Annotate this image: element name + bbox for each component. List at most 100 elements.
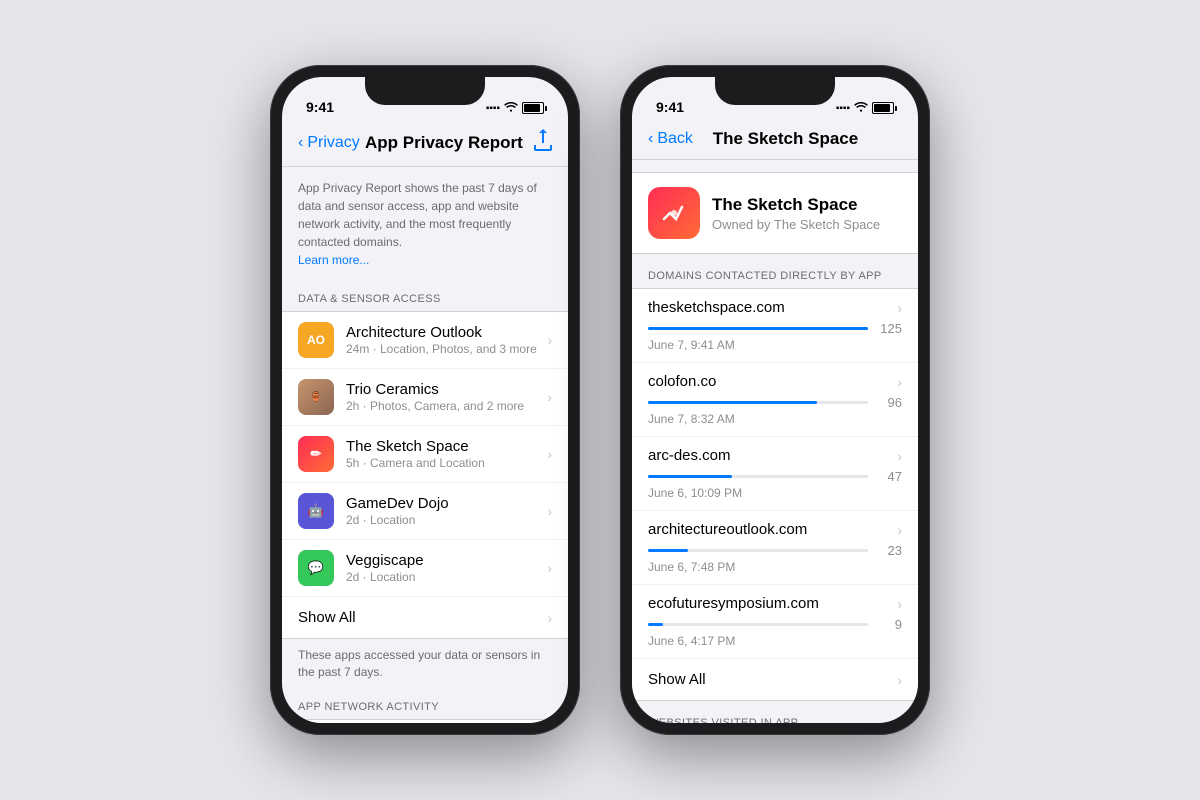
domain-date: June 7, 8:32 AM xyxy=(648,412,902,426)
domain-name: ecofuturesymposium.com xyxy=(648,595,819,612)
domain-bar-row: 125 xyxy=(648,321,902,336)
app-name-veggi: Veggiscape xyxy=(346,552,539,569)
domain-item[interactable]: architectureoutlook.com › 23 June 6, 7:4… xyxy=(632,511,918,585)
domain-name: colofon.co xyxy=(648,373,716,390)
domain-bar-fill xyxy=(648,401,817,404)
chevron-icon: › xyxy=(547,610,552,626)
app-info-ao: Architecture Outlook 24m · Location, Pho… xyxy=(346,324,539,356)
app-name-ao: Architecture Outlook xyxy=(346,324,539,341)
notch-2 xyxy=(715,77,835,105)
app-detail-gamedev: 2d · Location xyxy=(346,513,539,527)
content-2: The Sketch Space Owned by The Sketch Spa… xyxy=(632,160,918,723)
status-icons-1: ▪▪▪▪ xyxy=(486,101,544,115)
list-item[interactable]: ✏ The Sketch Space 5h · Camera and Locat… xyxy=(282,426,568,483)
list-item[interactable]: 🤖 GameDev Dojo 2d · Location › xyxy=(282,483,568,540)
domain-item[interactable]: thesketchspace.com › 125 June 7, 9:41 AM xyxy=(632,289,918,363)
back-button-2[interactable]: ‹ Back xyxy=(648,130,693,148)
show-all-domains-button[interactable]: Show All › xyxy=(632,659,918,700)
chevron-icon: › xyxy=(897,672,902,688)
app-icon-ao: AO xyxy=(298,322,334,358)
nav-bar-2: ‹ Back The Sketch Space xyxy=(632,121,918,160)
domain-count: 47 xyxy=(874,469,902,484)
section-websites-header: WEBSITES VISITED IN APP xyxy=(632,701,918,723)
list-item[interactable]: AO Architecture Outlook 24m · Location, … xyxy=(282,312,568,369)
domain-count: 125 xyxy=(874,321,902,336)
chevron-icon: › xyxy=(897,522,902,538)
domain-bar-fill xyxy=(648,327,868,330)
domain-bar-fill xyxy=(648,549,688,552)
list-item[interactable]: 🏺 Trio Ceramics 2h · Photos, Camera, and… xyxy=(282,369,568,426)
chevron-icon: › xyxy=(897,596,902,612)
footer-note-1: These apps accessed your data or sensors… xyxy=(282,639,568,685)
app-icon-trio: 🏺 xyxy=(298,379,334,415)
show-all-sensors-button[interactable]: Show All › xyxy=(282,597,568,638)
domain-header-row: architectureoutlook.com › xyxy=(648,521,902,538)
list-item[interactable]: NDM New District Museum 46 › xyxy=(282,720,568,723)
domain-bar-track xyxy=(648,327,868,330)
nav-title-1: App Privacy Report xyxy=(360,133,528,153)
chevron-left-icon-1: ‹ xyxy=(298,134,303,152)
domain-bar-track xyxy=(648,475,868,478)
app-header-info: The Sketch Space Owned by The Sketch Spa… xyxy=(712,195,880,232)
back-button-1[interactable]: ‹ Privacy xyxy=(298,134,360,152)
app-header-owner: Owned by The Sketch Space xyxy=(712,217,880,232)
app-info-veggi: Veggiscape 2d · Location xyxy=(346,552,539,584)
domain-header-row: arc-des.com › xyxy=(648,447,902,464)
show-all-domains-label: Show All xyxy=(648,671,889,688)
domain-name: architectureoutlook.com xyxy=(648,521,807,538)
phones-container: 9:41 ▪▪▪▪ ‹ Privacy A xyxy=(270,65,930,735)
app-header-icon xyxy=(648,187,700,239)
phone-1: 9:41 ▪▪▪▪ ‹ Privacy A xyxy=(270,65,580,735)
domain-item[interactable]: ecofuturesymposium.com › 9 June 6, 4:17 … xyxy=(632,585,918,659)
domain-date: June 6, 4:17 PM xyxy=(648,634,902,648)
domain-name: thesketchspace.com xyxy=(648,299,785,316)
phone-1-screen: 9:41 ▪▪▪▪ ‹ Privacy A xyxy=(282,77,568,723)
chevron-icon: › xyxy=(547,389,552,405)
domain-item[interactable]: arc-des.com › 47 June 6, 10:09 PM xyxy=(632,437,918,511)
phone-2: 9:41 ▪▪▪▪ ‹ Back The xyxy=(620,65,930,735)
chevron-icon: › xyxy=(897,300,902,316)
signal-icon-2: ▪▪▪▪ xyxy=(836,103,850,114)
domain-bar-fill xyxy=(648,623,663,626)
app-icon-veggi: 💬 xyxy=(298,550,334,586)
app-detail-sketch: 5h · Camera and Location xyxy=(346,456,539,470)
chevron-icon: › xyxy=(897,374,902,390)
signal-icon-1: ▪▪▪▪ xyxy=(486,103,500,114)
learn-more-link[interactable]: Learn more... xyxy=(298,253,369,267)
domain-item[interactable]: colofon.co › 96 June 7, 8:32 AM xyxy=(632,363,918,437)
app-detail-trio: 2h · Photos, Camera, and 2 more xyxy=(346,399,539,413)
app-name-trio: Trio Ceramics xyxy=(346,381,539,398)
domain-header-row: colofon.co › xyxy=(648,373,902,390)
domain-count: 96 xyxy=(874,395,902,410)
content-1: App Privacy Report shows the past 7 days… xyxy=(282,167,568,723)
network-apps-list: NDM New District Museum 46 › xyxy=(282,719,568,723)
app-detail-veggi: 2d · Location xyxy=(346,570,539,584)
battery-icon-1 xyxy=(522,102,544,114)
domain-count: 23 xyxy=(874,543,902,558)
apps-access-list: AO Architecture Outlook 24m · Location, … xyxy=(282,311,568,639)
chevron-icon: › xyxy=(547,332,552,348)
app-name-gamedev: GameDev Dojo xyxy=(346,495,539,512)
app-header-card: The Sketch Space Owned by The Sketch Spa… xyxy=(632,172,918,254)
chevron-icon: › xyxy=(547,503,552,519)
description-text-1: App Privacy Report shows the past 7 days… xyxy=(298,181,537,249)
chevron-icon: › xyxy=(897,448,902,464)
nav-bar-1: ‹ Privacy App Privacy Report xyxy=(282,121,568,167)
app-detail-ao: 24m · Location, Photos, and 3 more xyxy=(346,342,539,356)
app-info-sketch: The Sketch Space 5h · Camera and Locatio… xyxy=(346,438,539,470)
description-block-1: App Privacy Report shows the past 7 days… xyxy=(282,167,568,277)
wifi-icon-2 xyxy=(854,101,868,115)
chevron-left-icon-2: ‹ xyxy=(648,130,653,148)
list-item[interactable]: 💬 Veggiscape 2d · Location › xyxy=(282,540,568,597)
show-all-sensors-label: Show All xyxy=(298,609,539,626)
status-icons-2: ▪▪▪▪ xyxy=(836,101,894,115)
domain-date: June 7, 9:41 AM xyxy=(648,338,902,352)
domain-date: June 6, 10:09 PM xyxy=(648,486,902,500)
scroll-area-1[interactable]: App Privacy Report shows the past 7 days… xyxy=(282,167,568,723)
status-time-2: 9:41 xyxy=(656,99,684,115)
domain-date: June 6, 7:48 PM xyxy=(648,560,902,574)
share-button-1[interactable] xyxy=(528,129,552,156)
domain-count: 9 xyxy=(874,617,902,632)
scroll-area-2[interactable]: The Sketch Space Owned by The Sketch Spa… xyxy=(632,160,918,723)
app-icon-gamedev: 🤖 xyxy=(298,493,334,529)
